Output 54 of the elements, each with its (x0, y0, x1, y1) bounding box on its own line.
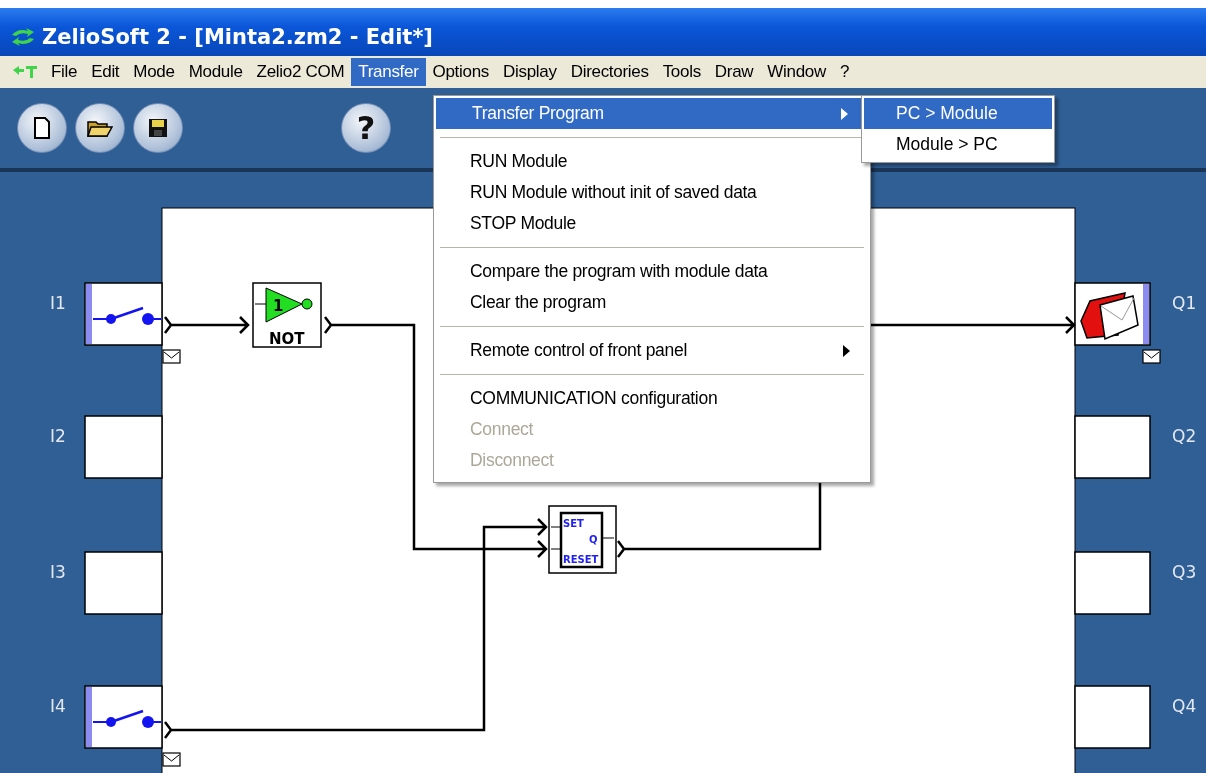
input-label: I3 (50, 562, 66, 582)
switch-contact-icon (92, 306, 162, 325)
output-slot[interactable] (1074, 685, 1151, 749)
input-label: I4 (50, 696, 66, 716)
envelope-icon[interactable] (162, 349, 181, 364)
open-button[interactable] (75, 103, 125, 153)
menu-item[interactable]: Transfer (351, 58, 426, 86)
menu-item[interactable]: ? (833, 58, 857, 86)
menu-item[interactable]: STOP Module (434, 208, 870, 239)
menu-item[interactable]: Draw (707, 58, 761, 86)
window-title: ZelioSoft 2 - [Minta2.zm2 - Edit*] (42, 25, 433, 49)
menu-item[interactable]: Module > PC (864, 129, 1052, 160)
menu-item[interactable]: Edit (84, 58, 127, 86)
envelope-icon[interactable] (1142, 349, 1161, 364)
menu-item[interactable]: PC > Module (864, 98, 1052, 129)
menu-item[interactable]: Compare the program with module data (434, 256, 870, 287)
help-button[interactable]: ? (341, 103, 391, 153)
menu-item[interactable]: Remote control of front panel (434, 335, 870, 366)
submenu-arrow-icon (843, 344, 850, 357)
input-slot[interactable] (84, 551, 163, 615)
menu-item[interactable]: Display (496, 58, 564, 86)
menu-item[interactable]: Clear the program (434, 287, 870, 318)
output-label: Q1 (1172, 293, 1197, 313)
menu-item[interactable]: RUN Module without init of saved data (434, 177, 870, 208)
not-gate-block[interactable]: 1 NOT (252, 282, 322, 348)
menu-item[interactable]: Tools (655, 58, 708, 86)
menu-item[interactable]: File (44, 58, 85, 86)
menu-item[interactable]: Module (181, 58, 250, 86)
app-logo-icon (10, 28, 36, 46)
menu-item[interactable]: Options (425, 58, 497, 86)
new-file-button[interactable] (17, 103, 67, 153)
input-slot[interactable] (84, 282, 163, 346)
input-slot[interactable] (84, 415, 163, 479)
menu-item[interactable]: Zelio2 COM (249, 58, 352, 86)
input-label: I1 (50, 293, 66, 313)
save-button[interactable] (133, 103, 183, 153)
menu-item[interactable]: Mode (126, 58, 182, 86)
output-label: Q4 (1172, 696, 1197, 716)
coil-icon (1080, 292, 1139, 341)
output-label: Q2 (1172, 426, 1197, 446)
output-slot[interactable] (1074, 415, 1151, 479)
switch-contact-icon (92, 709, 162, 728)
menu-item[interactable]: Directories (563, 58, 656, 86)
submenu-arrow-icon (841, 107, 848, 120)
folder-icon (87, 118, 113, 138)
output-label: Q3 (1172, 562, 1197, 582)
set-reset-block[interactable]: SET Q RESET (548, 505, 617, 574)
document-icon (33, 117, 51, 139)
menu-item[interactable]: COMMUNICATION configuration (434, 383, 870, 414)
output-slot[interactable] (1074, 551, 1151, 615)
menu-item[interactable]: Window (760, 58, 833, 86)
input-label: I2 (50, 426, 66, 446)
input-slot[interactable] (84, 685, 163, 749)
envelope-icon[interactable] (162, 752, 181, 767)
